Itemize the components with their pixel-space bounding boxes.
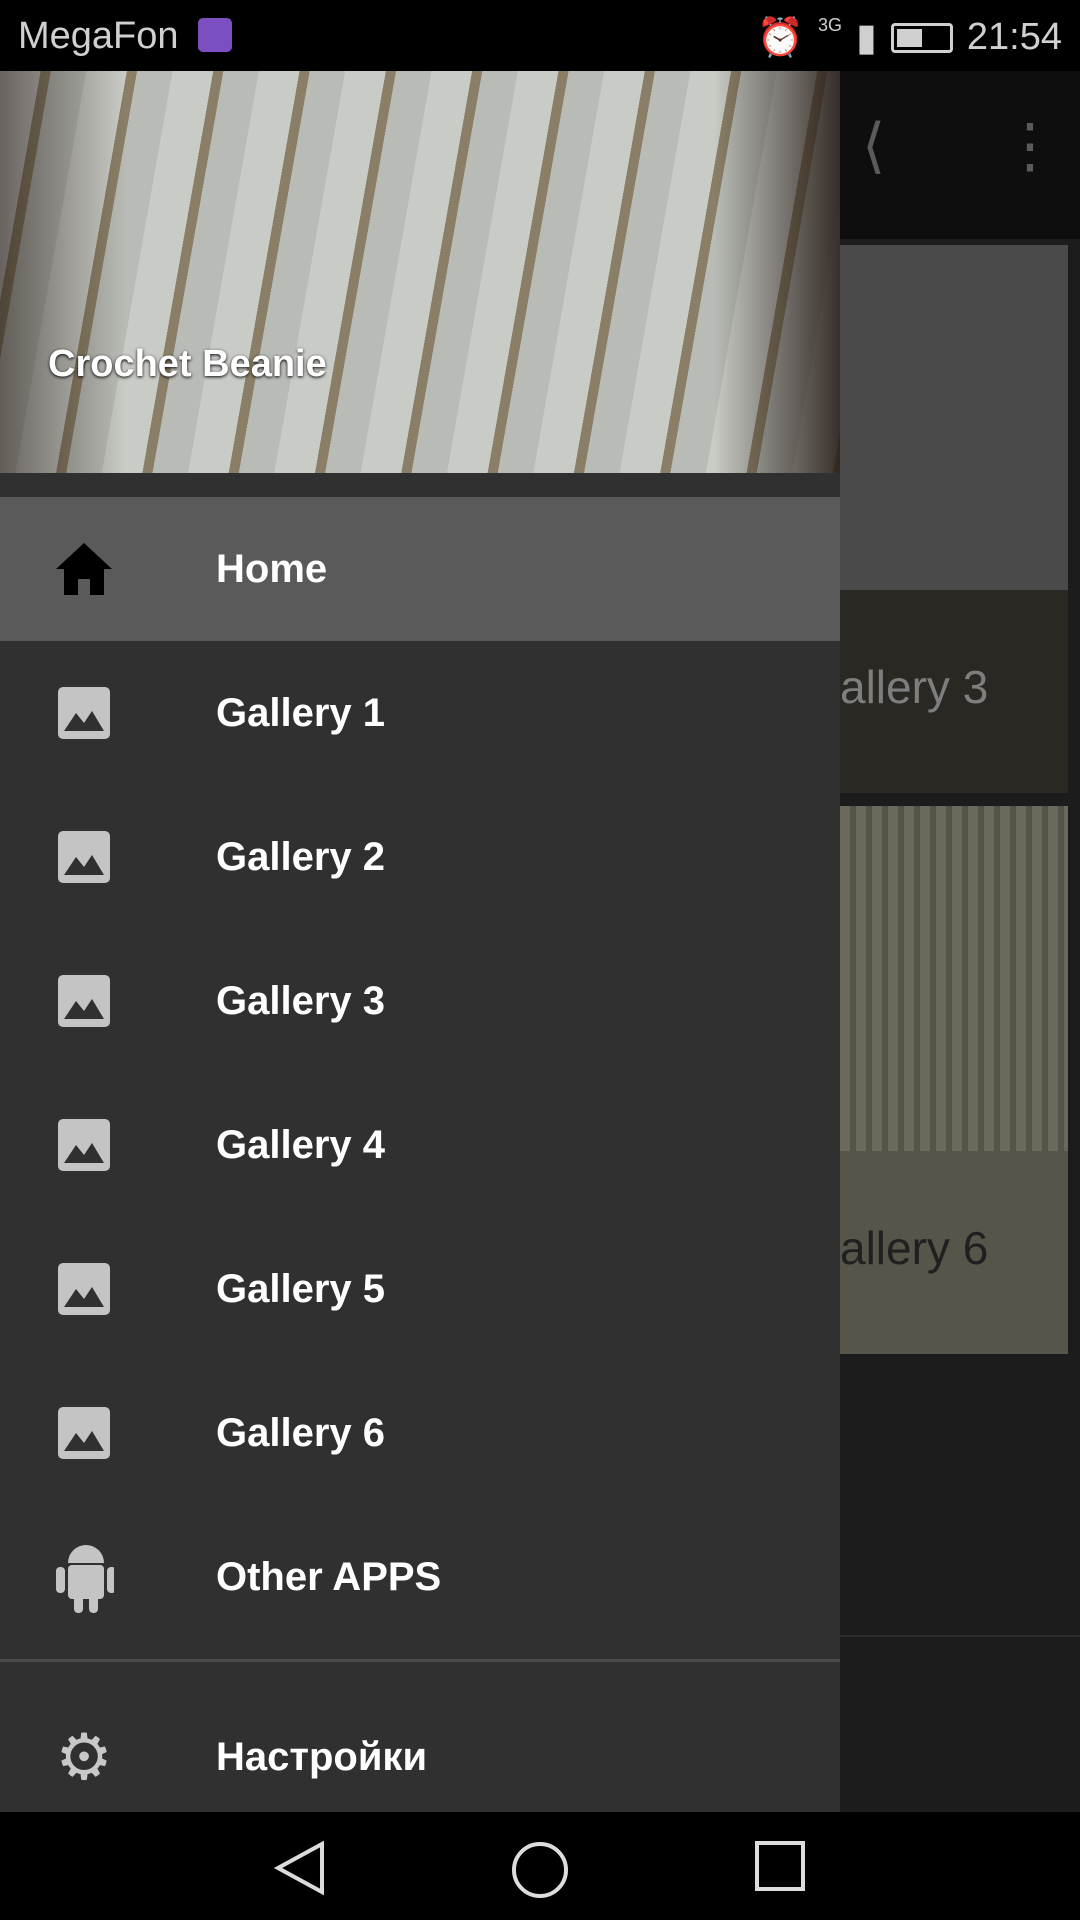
drawer-item-label: Gallery 4 <box>216 1122 386 1167</box>
gallery-card[interactable]: allery 3 <box>840 245 1068 793</box>
alarm-icon: ⏰ <box>756 16 804 59</box>
drawer-item-gallery-4[interactable]: Gallery 4 <box>0 1073 840 1217</box>
image-icon <box>54 971 114 1031</box>
image-icon <box>54 1115 114 1175</box>
drawer-item-gallery-5[interactable]: Gallery 5 <box>0 1217 840 1361</box>
drawer-item-gallery-3[interactable]: Gallery 3 <box>0 929 840 1073</box>
drawer-header: Crochet Beanie <box>0 71 840 473</box>
carrier-name: MegaFon <box>18 15 179 57</box>
drawer-item-label: Gallery 5 <box>216 1266 386 1311</box>
share-icon[interactable]: ⟨ <box>862 111 885 181</box>
navigation-drawer: Crochet Beanie Home Gallery 1 Gallery 2 Gal… <box>0 71 840 1812</box>
card-image <box>840 245 1068 590</box>
more-options-icon[interactable]: ⋮ <box>1000 111 1060 181</box>
image-icon <box>54 1259 114 1319</box>
drawer-item-label: Gallery 6 <box>216 1410 386 1455</box>
network-type: 3G <box>817 15 842 35</box>
battery-icon <box>890 22 953 53</box>
drawer-item-label: Gallery 1 <box>216 690 386 735</box>
drawer-item-gallery-2[interactable]: Gallery 2 <box>0 785 840 929</box>
status-bar: MegaFon ⏰ 3G ▮ 21:54 <box>0 0 1080 71</box>
drawer-item-gallery-6[interactable]: Gallery 6 <box>0 1361 840 1505</box>
gallery-notification-icon <box>198 18 232 52</box>
drawer-item-label: Other APPS <box>216 1554 442 1599</box>
image-icon <box>54 683 114 743</box>
card-label: allery 3 <box>840 590 1068 793</box>
card-label: allery 6 <box>840 1151 1068 1354</box>
clock: 21:54 <box>966 16 1062 58</box>
home-icon <box>54 539 114 599</box>
signal-icon: ▮ <box>855 17 877 59</box>
drawer-title: Crochet Beanie <box>48 343 327 385</box>
card-image <box>840 806 1068 1151</box>
drawer-item-label: Настройки <box>216 1734 428 1779</box>
drawer-item-gallery-1[interactable]: Gallery 1 <box>0 641 840 785</box>
drawer-item-other-apps[interactable]: Other APPS <box>0 1505 840 1649</box>
drawer-item-home[interactable]: Home <box>0 497 840 641</box>
navigation-bar <box>0 1812 1080 1920</box>
gear-icon: ⚙ <box>55 1720 113 1793</box>
drawer-item-label: Home <box>216 546 328 591</box>
gallery-card[interactable]: allery 6 <box>840 806 1068 1354</box>
recents-button[interactable] <box>754 1840 806 1892</box>
image-icon <box>54 1403 114 1463</box>
image-icon <box>54 827 114 887</box>
back-button[interactable] <box>272 1840 328 1896</box>
home-button[interactable] <box>510 1840 570 1900</box>
drawer-item-label: Gallery 2 <box>216 834 386 879</box>
drawer-item-label: Gallery 3 <box>216 978 386 1023</box>
android-icon <box>54 1545 114 1613</box>
divider <box>840 1635 1080 1637</box>
